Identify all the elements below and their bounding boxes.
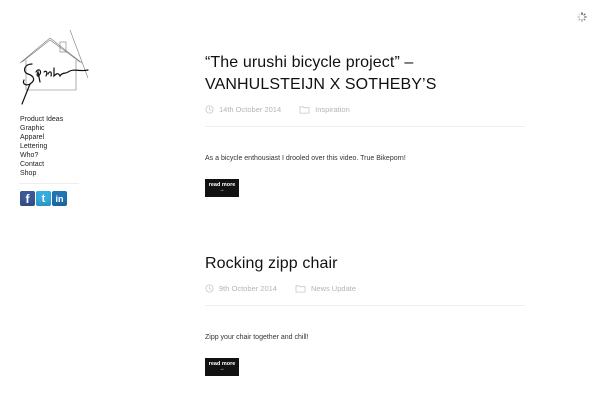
post-title[interactable]: “The urushi bicycle project” – VANHULSTE…: [205, 52, 525, 96]
twitter-icon[interactable]: t: [36, 191, 51, 206]
post-date: 9th October 2014: [219, 284, 277, 293]
post-meta: 14th October 2014 Inspiration: [205, 105, 525, 114]
nav-item-product-ideas[interactable]: Product Ideas: [20, 115, 63, 124]
nav-item-contact[interactable]: Contact: [20, 160, 63, 169]
post-title-line1[interactable]: Rocking zipp chair: [205, 255, 338, 272]
spinner-icon: [577, 12, 587, 22]
post-article: Rocking zipp chair 9th October 2014 News…: [205, 253, 525, 376]
nav-item-lettering[interactable]: Lettering: [20, 142, 63, 151]
nav-item-who[interactable]: Who?: [20, 151, 63, 160]
post-title[interactable]: Rocking zipp chair: [205, 253, 525, 275]
post-divider: [205, 126, 525, 127]
nav-item-graphic[interactable]: Graphic: [20, 124, 63, 133]
clock-icon: [205, 284, 214, 293]
folder-icon: [295, 285, 306, 293]
post-excerpt: Zipp your chair together and chill!: [205, 334, 309, 341]
clock-icon: [205, 105, 214, 114]
post-date: 14th October 2014: [219, 105, 282, 114]
facebook-icon[interactable]: f: [20, 191, 35, 206]
post-title-line1[interactable]: “The urushi bicycle project” –: [205, 54, 413, 71]
post-category[interactable]: Inspiration: [315, 105, 350, 114]
post-category[interactable]: News Update: [311, 284, 356, 293]
post-excerpt: As a bicycle enthousiast I drooled over …: [205, 155, 406, 162]
nav-item-apparel[interactable]: Apparel: [20, 133, 63, 142]
site-logo[interactable]: [18, 28, 98, 106]
main-nav: Product Ideas Graphic Apparel Lettering …: [20, 115, 63, 178]
sidebar-divider: [19, 183, 79, 184]
folder-icon: [299, 106, 310, 114]
post-divider: [205, 305, 525, 306]
linkedin-icon[interactable]: in: [52, 191, 67, 206]
social-links: f t in: [20, 191, 67, 206]
post-meta: 9th October 2014 News Update: [205, 284, 525, 293]
read-more-button[interactable]: read more →: [205, 179, 239, 197]
read-more-button[interactable]: read more →: [205, 358, 239, 376]
nav-item-shop[interactable]: Shop: [20, 169, 63, 178]
post-article: “The urushi bicycle project” – VANHULSTE…: [205, 52, 525, 197]
post-title-line2[interactable]: VANHULSTEIJN X SOTHEBY’S: [205, 76, 437, 93]
